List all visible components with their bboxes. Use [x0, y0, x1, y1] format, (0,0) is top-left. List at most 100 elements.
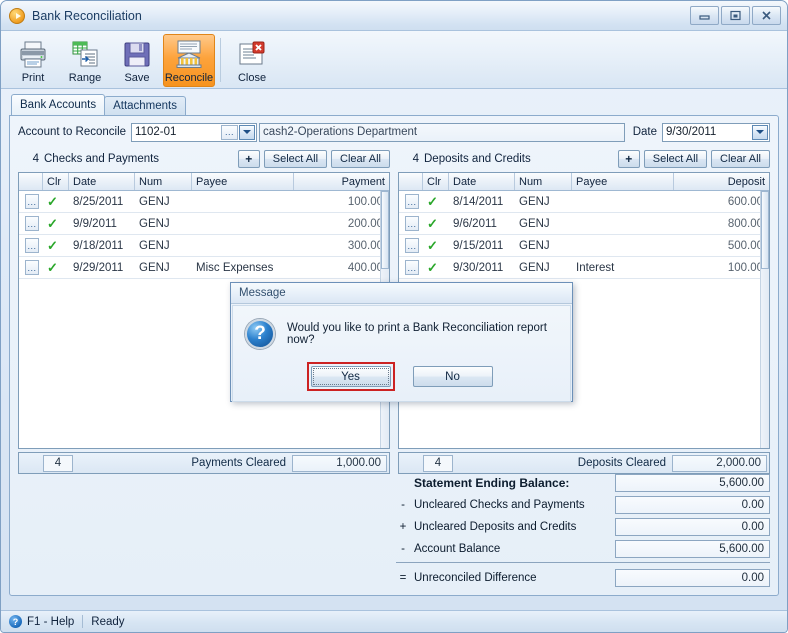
cleared-check-icon[interactable]: ✓: [47, 217, 58, 230]
row-detail-button[interactable]: ...: [405, 194, 419, 209]
column-header-date[interactable]: Date: [69, 173, 135, 190]
row-detail-button[interactable]: ...: [25, 238, 39, 253]
summary-operator: =: [399, 571, 407, 584]
column-header-deposit[interactable]: Deposit: [674, 173, 769, 190]
column-header-num[interactable]: Num: [135, 173, 192, 190]
deposits-clear-all-button[interactable]: Clear All: [711, 150, 770, 168]
date-input[interactable]: 9/30/2011: [662, 122, 770, 142]
cleared-check-icon[interactable]: ✓: [47, 239, 58, 252]
tab-strip: Bank Accounts Attachments: [11, 94, 787, 115]
column-header-clr[interactable]: Clr: [423, 173, 449, 190]
toolbar-label: Close: [237, 72, 267, 84]
table-row[interactable]: ... ✓ 9/9/2011 GENJ 200.00: [19, 213, 389, 235]
column-header-payee[interactable]: Payee: [572, 173, 674, 190]
column-header-payee[interactable]: Payee: [192, 173, 294, 190]
tab-attachments[interactable]: Attachments: [104, 96, 186, 115]
row-detail-button[interactable]: ...: [25, 216, 39, 231]
deposits-cleared-bar: 4 Deposits Cleared 2,000.00: [398, 452, 770, 474]
column-header-payment[interactable]: Payment: [294, 173, 389, 190]
cell-payee: Misc Expenses: [196, 261, 274, 274]
toolbar-button-save[interactable]: Save: [111, 34, 163, 87]
cell-date: 8/25/2011: [73, 195, 124, 208]
cleared-check-icon[interactable]: ✓: [427, 217, 438, 230]
close-button[interactable]: [752, 6, 781, 25]
row-detail-button[interactable]: ...: [25, 260, 39, 275]
help-hint[interactable]: F1 - Help: [27, 616, 74, 628]
play-circle-icon: [9, 7, 25, 24]
cleared-check-icon[interactable]: ✓: [427, 195, 438, 208]
deposits-grid-scrollbar[interactable]: [760, 191, 769, 448]
checks-add-button[interactable]: +: [237, 150, 260, 168]
dialog-message-row: ? Would you like to print a Bank Reconci…: [233, 306, 570, 349]
payments-cleared-label: Payments Cleared: [191, 457, 286, 469]
yes-button[interactable]: Yes: [310, 366, 391, 387]
table-row[interactable]: ... ✓ 9/18/2011 GENJ 300.00: [19, 235, 389, 257]
checks-clear-all-button[interactable]: Clear All: [331, 150, 390, 168]
document-close-icon: [236, 38, 268, 70]
cell-payment: 100.00: [347, 195, 383, 208]
row-detail-button[interactable]: ...: [405, 238, 419, 253]
cleared-check-icon[interactable]: ✓: [427, 239, 438, 252]
deposits-select-all-button[interactable]: Select All: [643, 150, 708, 168]
checks-header-row: 4 Checks and Payments + Select All Clear…: [18, 149, 390, 169]
status-text: Ready: [91, 615, 125, 628]
deposits-add-button[interactable]: +: [617, 150, 640, 168]
checks-select-all-button[interactable]: Select All: [263, 150, 328, 168]
window-controls: [690, 6, 781, 25]
row-detail-button[interactable]: ...: [405, 260, 419, 275]
payments-cleared-count: 4: [43, 454, 73, 472]
toolbar-button-close[interactable]: Close: [226, 34, 278, 87]
toolbar-button-range[interactable]: Range: [59, 34, 111, 87]
summary-row-uncleared-deposits: + Uncleared Deposits and Credits 0.00: [396, 516, 770, 537]
table-row[interactable]: ... ✓ 8/25/2011 GENJ 100.00: [19, 191, 389, 213]
cell-num: GENJ: [519, 217, 550, 230]
cell-payment: 200.00: [347, 217, 383, 230]
cell-payee: [572, 191, 674, 212]
restore-button[interactable]: [721, 6, 750, 25]
cell-num: GENJ: [139, 261, 170, 274]
scrollbar-thumb[interactable]: [381, 191, 389, 269]
summary-row-uncleared-checks: - Uncleared Checks and Payments 0.00: [396, 494, 770, 515]
column-header-num[interactable]: Num: [515, 173, 572, 190]
column-header-date[interactable]: Date: [449, 173, 515, 190]
summary-label: Unreconciled Difference: [414, 571, 537, 584]
table-row[interactable]: ... ✓ 9/29/2011 GENJ Misc Expenses 400.0…: [19, 257, 389, 279]
row-detail-button[interactable]: ...: [405, 216, 419, 231]
checks-title: Checks and Payments: [44, 153, 160, 165]
column-header-clr[interactable]: Clr: [43, 173, 69, 190]
no-button[interactable]: No: [412, 366, 493, 387]
checks-grid-header: Clr Date Num Payee Payment: [19, 173, 389, 191]
column-header-actions[interactable]: [19, 173, 43, 190]
summary-value[interactable]: 5,600.00: [615, 473, 770, 492]
account-code-input[interactable]: 1102-01 ...: [131, 122, 258, 142]
table-row[interactable]: ... ✓ 9/6/2011 GENJ 800.00: [399, 213, 769, 235]
table-row[interactable]: ... ✓ 9/15/2011 GENJ 500.00: [399, 235, 769, 257]
toolbar-button-print[interactable]: Print: [7, 34, 59, 87]
account-lookup-button[interactable]: ...: [221, 124, 239, 140]
table-row[interactable]: ... ✓ 8/14/2011 GENJ 600.00: [399, 191, 769, 213]
account-dropdown-button[interactable]: [239, 124, 256, 140]
question-circle-icon[interactable]: ?: [9, 615, 22, 628]
cleared-check-icon[interactable]: ✓: [47, 261, 58, 274]
table-row[interactable]: ... ✓ 9/30/2011 GENJ Interest 100.00: [399, 257, 769, 279]
account-name-value: cash2-Operations Department: [263, 126, 418, 138]
printer-icon: [17, 38, 49, 70]
column-header-actions[interactable]: [399, 173, 423, 190]
deposits-cleared-label: Deposits Cleared: [577, 457, 666, 469]
dialog-buttons: Yes No: [233, 362, 570, 391]
cleared-check-icon[interactable]: ✓: [427, 261, 438, 274]
row-detail-button[interactable]: ...: [25, 194, 39, 209]
toolbar-label: Range: [68, 72, 102, 84]
deposits-title: Deposits and Credits: [424, 153, 531, 165]
deposits-grid-header: Clr Date Num Payee Deposit: [399, 173, 769, 191]
date-dropdown-button[interactable]: [752, 124, 768, 140]
minimize-button[interactable]: [690, 6, 719, 25]
deposits-header-row: 4 Deposits and Credits + Select All Clea…: [398, 149, 770, 169]
toolbar-label: Print: [21, 72, 45, 84]
scrollbar-thumb[interactable]: [761, 191, 769, 269]
toolbar-button-reconcile[interactable]: Reconcile: [163, 34, 215, 87]
summary-label: Account Balance: [414, 542, 501, 555]
cell-deposit: 100.00: [727, 261, 763, 274]
cleared-check-icon[interactable]: ✓: [47, 195, 58, 208]
tab-bank-accounts[interactable]: Bank Accounts: [11, 94, 106, 115]
